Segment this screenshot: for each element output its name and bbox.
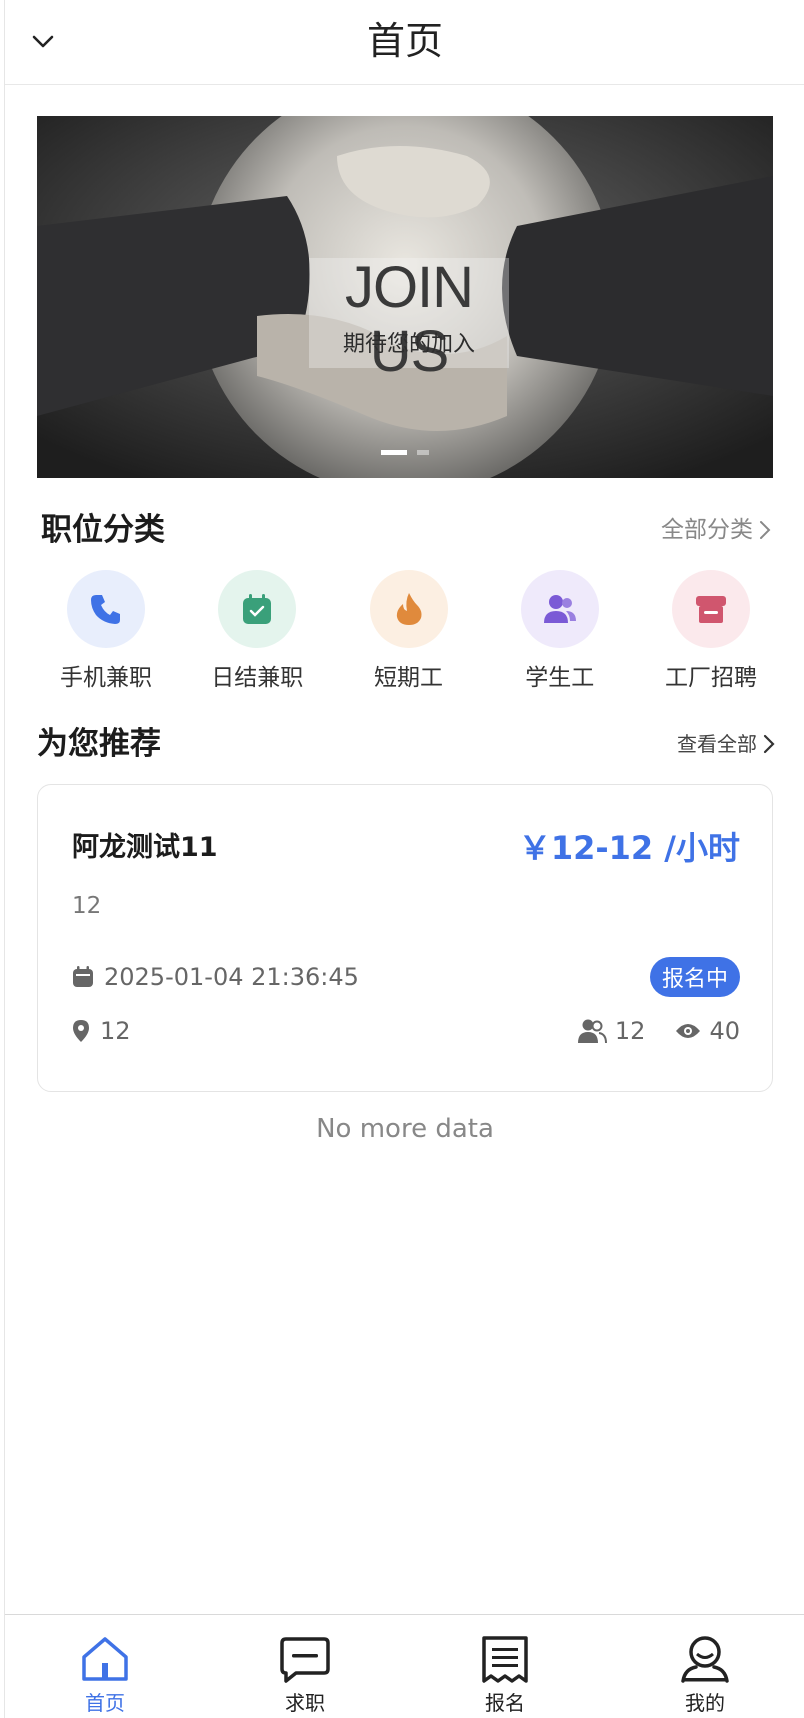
job-description: 12	[72, 893, 102, 919]
carousel-dot[interactable]	[417, 450, 429, 455]
tab-label: 求职	[285, 1691, 325, 1715]
applicants-stat: 12	[577, 1017, 646, 1045]
category-item-factory[interactable]: 工厂招聘	[646, 570, 776, 691]
category-icon-bg	[67, 570, 145, 648]
phone-icon	[91, 595, 120, 624]
carousel-dot-active[interactable]	[381, 450, 407, 455]
category-item-phone[interactable]: 手机兼职	[41, 570, 171, 691]
status-badge: 报名中	[649, 957, 740, 997]
views-stat: 40	[675, 1017, 740, 1045]
recommend-title: 为您推荐	[37, 726, 161, 762]
category-item-student[interactable]: 学生工	[495, 570, 625, 691]
category-icon-bg	[672, 570, 750, 648]
view-all-label: 查看全部	[677, 732, 757, 756]
category-item-daily[interactable]: 日结兼职	[192, 570, 322, 691]
chevron-right-icon	[763, 734, 775, 754]
category-item-shortterm[interactable]: 短期工	[344, 570, 474, 691]
category-label: 手机兼职	[60, 665, 152, 691]
tab-signup[interactable]: 报名	[405, 1615, 605, 1718]
tab-jobs[interactable]: 求职	[205, 1615, 405, 1718]
list-end-text: No more data	[316, 1114, 494, 1144]
banner-headline: JOIN US	[344, 255, 474, 384]
user-icon	[681, 1636, 729, 1683]
carousel-indicator	[37, 450, 773, 455]
users-icon	[543, 595, 576, 623]
job-stats: 12 40	[577, 1017, 740, 1045]
banner-subline: 期待您的加入	[342, 332, 475, 357]
job-datetime: 2025-01-04 21:36:45	[104, 963, 359, 991]
tab-home[interactable]: 首页	[5, 1615, 205, 1718]
job-meta-row: 12 12 40	[72, 1017, 740, 1045]
category-label: 日结兼职	[211, 665, 304, 691]
applicants-count: 12	[614, 1017, 646, 1045]
view-all-link[interactable]: 查看全部	[677, 728, 775, 760]
tab-label: 首页	[85, 1691, 125, 1715]
categories-title: 职位分类	[41, 512, 165, 548]
top-nav-bar: 首页	[5, 0, 804, 85]
chevron-right-icon	[760, 521, 771, 539]
all-categories-label: 全部分类	[661, 517, 753, 543]
home-icon	[82, 1637, 128, 1681]
job-title: 阿龙测试11	[72, 832, 218, 863]
category-label: 工厂招聘	[665, 665, 757, 691]
bottom-tab-bar: 首页 求职 报名 我的	[5, 1614, 804, 1718]
category-icon-bg	[218, 570, 297, 648]
category-icon-bg	[369, 570, 448, 648]
tab-label: 报名	[485, 1691, 525, 1715]
page: 首页 JOIN US 期待您的加入 职位分类 全部分类 手机兼职 日结兼职 短期…	[4, 0, 804, 1718]
flame-icon	[396, 593, 421, 625]
banner-carousel[interactable]: JOIN US 期待您的加入	[37, 116, 773, 478]
calendar-icon	[73, 966, 93, 987]
location-pin-icon	[73, 1020, 89, 1042]
users-icon	[577, 1019, 607, 1044]
category-grid: 手机兼职 日结兼职 短期工 学生工 工厂招聘	[41, 570, 776, 691]
categories-header: 职位分类 全部分类	[41, 508, 771, 552]
store-icon	[696, 596, 726, 623]
receipt-icon	[482, 1636, 528, 1683]
job-salary: ￥12-12 /小时	[518, 829, 740, 867]
page-title: 首页	[366, 19, 443, 63]
tab-label: 我的	[685, 1691, 725, 1715]
job-date-row: 2025-01-04 21:36:45 报名中	[72, 957, 740, 997]
message-icon	[280, 1637, 330, 1683]
recommend-header: 为您推荐 查看全部	[37, 722, 775, 766]
all-categories-link[interactable]: 全部分类	[661, 514, 771, 546]
category-icon-bg	[520, 570, 599, 648]
tab-mine[interactable]: 我的	[605, 1615, 804, 1718]
views-count: 40	[709, 1017, 740, 1045]
category-label: 短期工	[374, 665, 443, 691]
job-location: 12	[100, 1017, 131, 1045]
eye-icon	[676, 1024, 701, 1038]
category-label: 学生工	[525, 665, 595, 691]
calendar-check-icon	[243, 594, 272, 624]
job-card[interactable]: 阿龙测试11 ￥12-12 /小时 12 2025-01-04 21:36:45…	[37, 784, 773, 1092]
